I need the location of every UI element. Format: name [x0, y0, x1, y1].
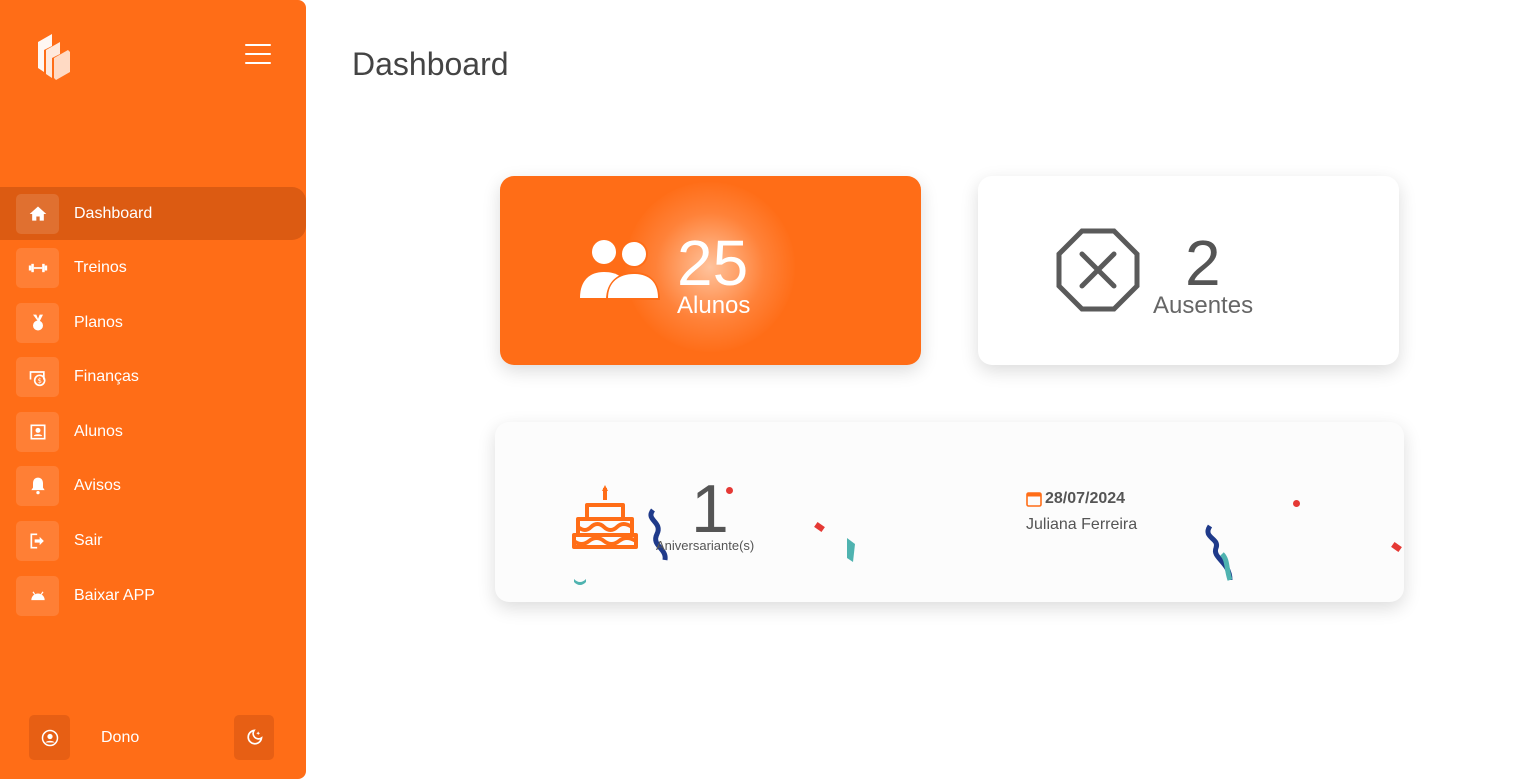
aniversariantes-count: 1	[691, 471, 729, 547]
alunos-card[interactable]: 25 Alunos	[500, 176, 921, 365]
calendar-icon	[1026, 492, 1042, 507]
confetti-dot	[1293, 500, 1300, 507]
ausentes-card[interactable]: 2 Ausentes	[978, 176, 1399, 365]
birthday-date: 28/07/2024	[1045, 490, 1126, 507]
x-octagon-icon	[1056, 228, 1140, 312]
confetti-piece	[574, 579, 586, 585]
medal-icon	[16, 302, 59, 343]
app-logo	[38, 34, 70, 80]
sidebar-item-avisos[interactable]: Avisos	[0, 460, 306, 513]
sidebar-item-label: Finanças	[74, 368, 139, 386]
cake-icon	[572, 485, 638, 549]
page-title: Dashboard	[352, 46, 509, 82]
sidebar-item-treinos[interactable]: Treinos	[0, 242, 306, 295]
sidebar-item-label: Alunos	[74, 422, 123, 440]
user-card-icon	[16, 411, 59, 452]
sidebar-item-baixar-app[interactable]: Baixar APP	[0, 569, 306, 622]
sidebar-item-label: Sair	[74, 532, 103, 550]
home-icon	[16, 193, 59, 234]
sidebar-item-label: Baixar APP	[74, 586, 155, 604]
alunos-label: Alunos	[677, 292, 751, 319]
sidebar-item-dashboard[interactable]: Dashboard	[0, 187, 306, 240]
moon-stars-icon	[247, 728, 263, 745]
sidebar-item-label: Dashboard	[74, 204, 153, 222]
birthday-person-name: Juliana Ferreira	[1026, 516, 1138, 533]
sidebar: Dashboard Treinos Planos $ Finanças Alun…	[0, 0, 306, 779]
svg-text:$: $	[37, 377, 41, 385]
confetti-ribbon	[648, 508, 668, 561]
aniversariantes-card[interactable]: 1 Aniversariante(s) 28/07/2024 Juliana F…	[495, 422, 1404, 602]
bell-icon	[16, 466, 59, 507]
sidebar-nav: Dashboard Treinos Planos $ Finanças Alun…	[0, 187, 306, 624]
user-circle-icon	[41, 729, 58, 746]
sidebar-item-planos[interactable]: Planos	[0, 296, 306, 349]
logout-icon	[16, 521, 59, 562]
money-icon: $	[16, 357, 59, 398]
ausentes-label: Ausentes	[1153, 292, 1254, 319]
user-avatar-button[interactable]	[29, 715, 70, 760]
sidebar-item-sair[interactable]: Sair	[0, 515, 306, 568]
menu-toggle-button[interactable]	[245, 44, 271, 66]
users-icon	[580, 240, 660, 300]
ausentes-count: 2	[1185, 227, 1221, 299]
confetti-piece	[847, 538, 855, 562]
android-icon	[16, 575, 59, 616]
user-name: Dono	[101, 729, 140, 746]
confetti-piece	[814, 521, 825, 533]
confetti-piece	[1391, 541, 1402, 553]
sidebar-item-label: Avisos	[74, 477, 121, 495]
aniversariantes-label: Aniversariante(s)	[656, 538, 755, 553]
theme-toggle-button[interactable]	[234, 715, 274, 760]
sidebar-item-financas[interactable]: $ Finanças	[0, 351, 306, 404]
sidebar-item-label: Treinos	[74, 259, 127, 277]
dumbbell-icon	[16, 248, 59, 289]
confetti-ribbon	[1205, 524, 1233, 581]
alunos-count: 25	[677, 227, 749, 299]
sidebar-item-label: Planos	[74, 313, 123, 331]
sidebar-item-alunos[interactable]: Alunos	[0, 405, 306, 458]
